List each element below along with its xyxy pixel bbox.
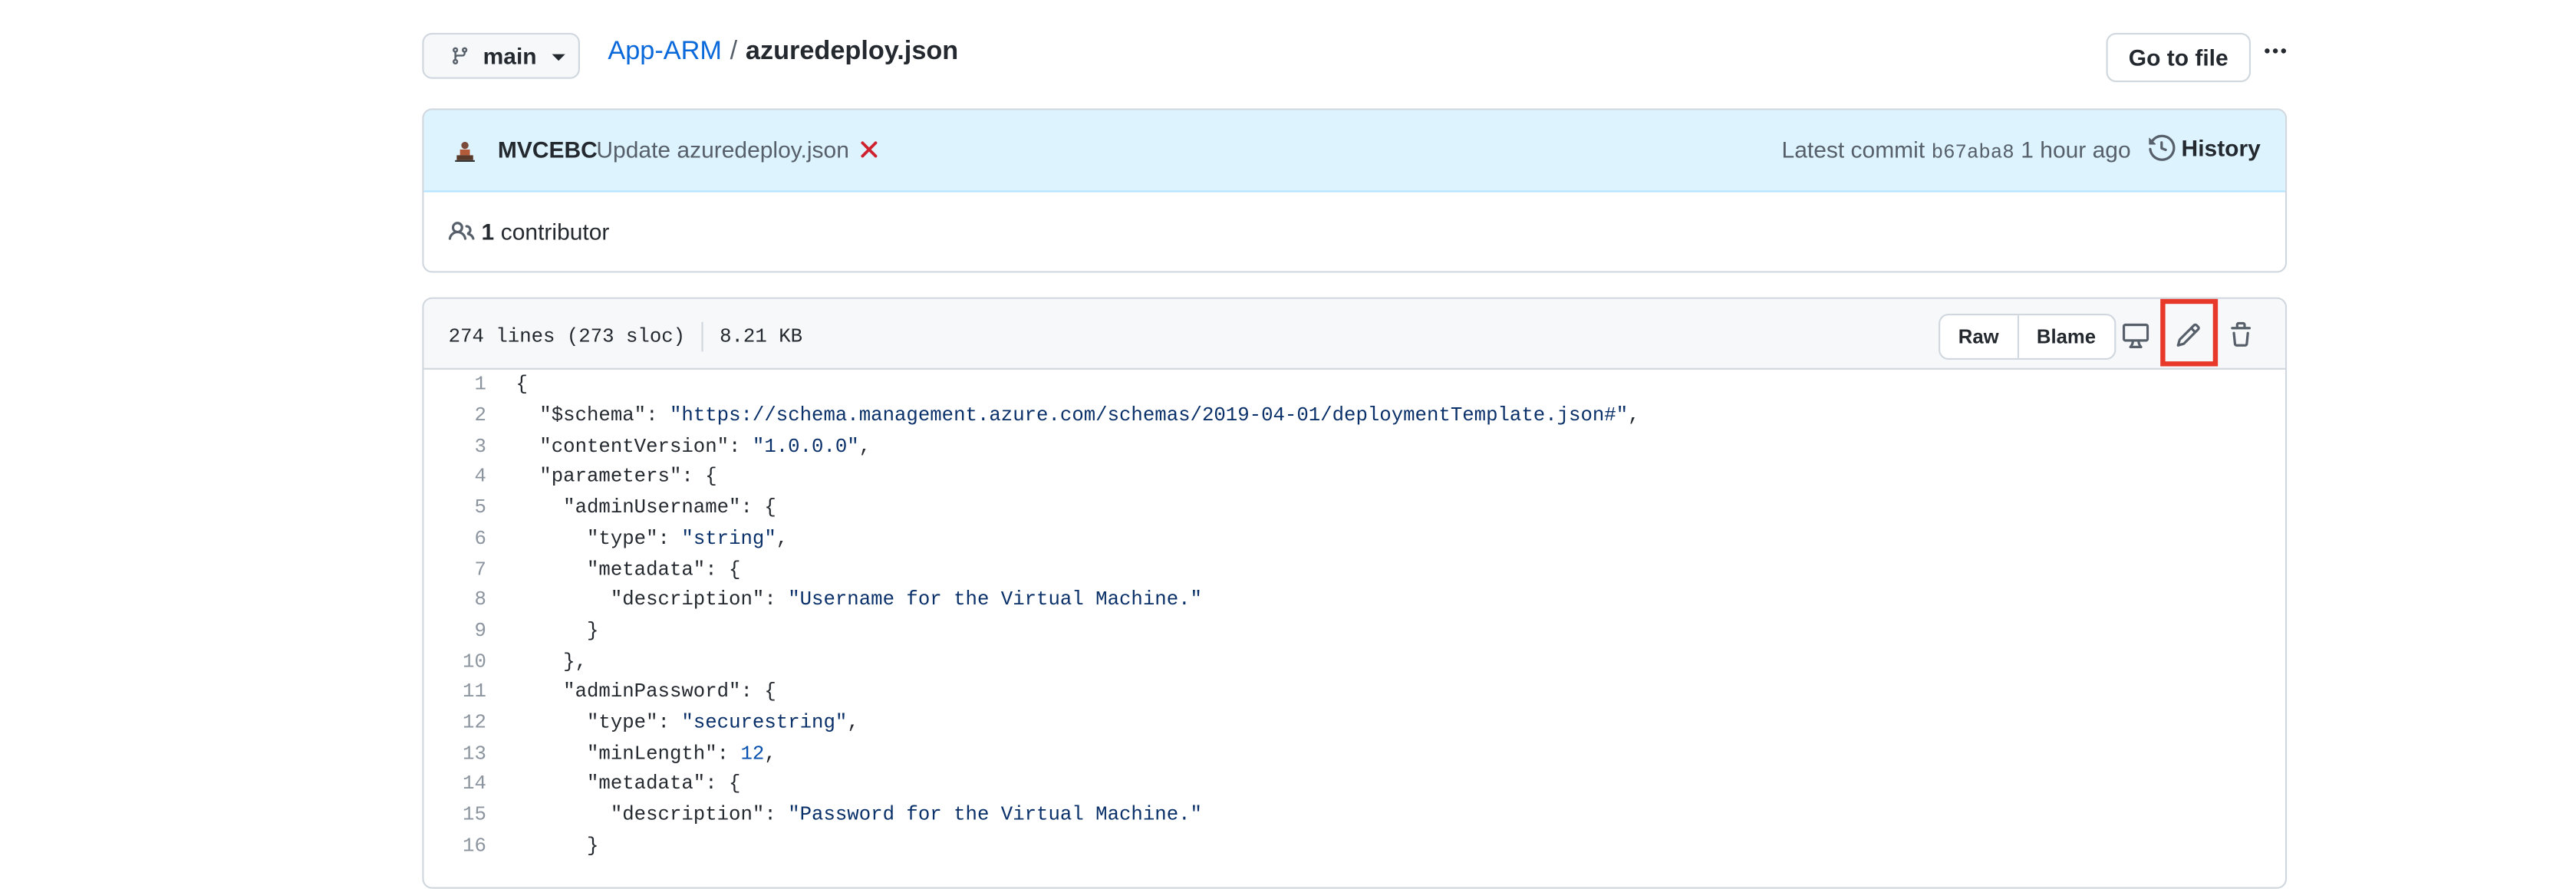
- code-line: 7 "metadata": {: [424, 554, 740, 584]
- code-text: "adminUsername": {: [516, 496, 776, 520]
- code-text: },: [516, 650, 588, 673]
- edit-button-highlight: [2160, 298, 2219, 367]
- raw-button[interactable]: Raw: [1940, 315, 2017, 358]
- line-number[interactable]: 15: [424, 804, 486, 827]
- history-icon: [2148, 134, 2175, 161]
- code-line: 3 "contentVersion": "1.0.0.0",: [424, 431, 871, 462]
- code-line: 16 }: [424, 831, 598, 861]
- line-count: 274 lines (273 sloc): [448, 325, 686, 349]
- code-text: {: [516, 373, 528, 397]
- git-branch-icon: [450, 44, 470, 67]
- breadcrumb-separator: /: [730, 38, 738, 66]
- chevron-down-icon: [551, 54, 565, 61]
- line-number[interactable]: 10: [424, 650, 486, 673]
- line-number[interactable]: 1: [424, 374, 486, 397]
- line-number[interactable]: 16: [424, 835, 486, 858]
- file-meta: 274 lines (273 sloc) 8.21 KB: [448, 321, 803, 352]
- line-number[interactable]: 4: [424, 466, 486, 489]
- commit-sha[interactable]: b67aba8: [1932, 141, 2014, 164]
- code-text: "minLength": 12,: [516, 742, 776, 766]
- code-text: }: [516, 619, 599, 643]
- history-label: History: [2181, 134, 2261, 161]
- latest-commit-label: Latest commit: [1781, 136, 1925, 163]
- code-text: "type": "string",: [516, 527, 789, 551]
- line-number[interactable]: 13: [424, 742, 486, 765]
- breadcrumb: App-ARM / azuredeploy.json: [608, 35, 958, 71]
- code-line: 5 "adminUsername": {: [424, 492, 776, 523]
- code-text: "metadata": {: [516, 558, 741, 581]
- avatar-icon[interactable]: [453, 140, 477, 163]
- code-text: "adminPassword": {: [516, 680, 776, 704]
- file-viewer: 274 lines (273 sloc) 8.21 KB Raw Blame 1…: [422, 297, 2288, 889]
- line-number[interactable]: 2: [424, 404, 486, 427]
- line-number[interactable]: 11: [424, 680, 486, 703]
- code-line: 8 "description": "Username for the Virtu…: [424, 584, 1201, 615]
- contributors-summary[interactable]: 1 contributor: [448, 218, 610, 245]
- contributors-count: 1: [481, 218, 495, 245]
- code-text: "description": "Password for the Virtual…: [516, 803, 1202, 827]
- code-line: 4 "parameters": {: [424, 462, 716, 492]
- line-number[interactable]: 6: [424, 527, 486, 550]
- go-to-file-button[interactable]: Go to file: [2106, 32, 2251, 83]
- kebab-horizontal-icon[interactable]: [2261, 36, 2291, 66]
- code-line: 2 "$schema": "https://schema.management.…: [424, 400, 1639, 431]
- code-line: 1{: [424, 370, 527, 400]
- commit-header: MVCEBC Update azuredeploy.json Latest co…: [423, 110, 2285, 193]
- line-number[interactable]: 8: [424, 588, 486, 611]
- line-number[interactable]: 9: [424, 619, 486, 642]
- history-link[interactable]: History: [2148, 134, 2261, 161]
- branch-name: main: [483, 42, 537, 69]
- file-size: 8.21 KB: [720, 325, 803, 349]
- line-number[interactable]: 5: [424, 496, 486, 519]
- commit-message[interactable]: Update azuredeploy.json: [596, 137, 848, 163]
- code-line: 11 "adminPassword": {: [424, 677, 776, 707]
- branch-select-button[interactable]: main: [422, 32, 580, 79]
- meta-divider: [701, 321, 703, 352]
- file-actions-group: Raw Blame: [1939, 314, 2116, 361]
- code-text: "description": "Username for the Virtual…: [516, 588, 1202, 612]
- code-line: 12 "type": "securestring",: [424, 707, 859, 738]
- latest-commit-info: Latest commit b67aba8 1 hour ago: [1782, 137, 2131, 164]
- line-number[interactable]: 3: [424, 435, 486, 458]
- people-icon: [448, 219, 475, 245]
- desktop-icon[interactable]: [2113, 312, 2159, 358]
- x-icon[interactable]: [858, 138, 881, 161]
- blame-button[interactable]: Blame: [2017, 315, 2113, 358]
- file-name: azuredeploy.json: [745, 38, 959, 66]
- contributors-label: contributor: [500, 218, 610, 245]
- code-line: 15 "description": "Password for the Virt…: [424, 800, 1202, 831]
- repo-link[interactable]: App-ARM: [608, 38, 722, 67]
- file-header: 274 lines (273 sloc) 8.21 KB Raw Blame: [423, 298, 2285, 370]
- code-text: "contentVersion": "1.0.0.0",: [516, 434, 871, 458]
- line-number[interactable]: 12: [424, 711, 486, 734]
- code-line: 6 "type": "string",: [424, 523, 788, 554]
- code-text: "type": "securestring",: [516, 711, 859, 735]
- code-text: }: [516, 834, 599, 858]
- code-line: 13 "minLength": 12,: [424, 738, 776, 769]
- commit-time: 1 hour ago: [2021, 136, 2131, 163]
- line-number[interactable]: 7: [424, 558, 486, 581]
- latest-commit-box: MVCEBC Update azuredeploy.json Latest co…: [422, 108, 2288, 273]
- code-line: 10 },: [424, 646, 587, 677]
- commit-author[interactable]: MVCEBC: [498, 137, 598, 163]
- line-number[interactable]: 14: [424, 772, 486, 795]
- code-text: "$schema": "https://schema.management.az…: [516, 403, 1640, 427]
- code-text: "parameters": {: [516, 466, 717, 489]
- trash-icon[interactable]: [2218, 312, 2264, 358]
- code-line: 14 "metadata": {: [424, 769, 740, 799]
- code-text: "metadata": {: [516, 772, 741, 796]
- code-line: 9 }: [424, 615, 598, 646]
